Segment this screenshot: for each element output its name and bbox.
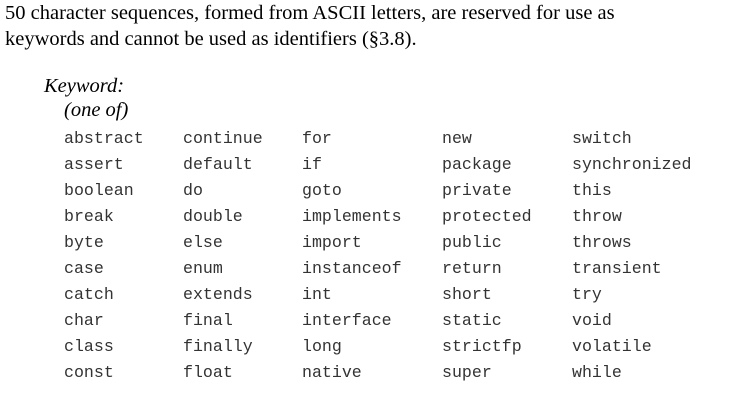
keyword-try: try xyxy=(572,285,602,304)
keyword-static: static xyxy=(442,311,502,330)
keyword-default: default xyxy=(183,155,253,174)
keyword-abstract: abstract xyxy=(64,129,144,148)
keyword-goto: goto xyxy=(302,181,342,200)
keyword-transient: transient xyxy=(572,259,662,278)
keyword-case: case xyxy=(64,259,104,278)
keyword-else: else xyxy=(183,233,223,252)
intro-line-2: keywords and cannot be used as identifie… xyxy=(5,28,417,50)
keyword-new: new xyxy=(442,129,472,148)
keyword-volatile: volatile xyxy=(572,337,652,356)
keyword-float: float xyxy=(183,363,233,382)
keyword-interface: interface xyxy=(302,311,392,330)
keyword-protected: protected xyxy=(442,207,532,226)
keyword-class: class xyxy=(64,337,114,356)
keyword-void: void xyxy=(572,311,612,330)
keyword-for: for xyxy=(302,129,332,148)
keyword-native: native xyxy=(302,363,362,382)
keyword-if: if xyxy=(302,155,322,174)
keyword-super: super xyxy=(442,363,492,382)
intro-paragraph: 50 character sequences, formed from ASCI… xyxy=(5,0,728,52)
keyword-double: double xyxy=(183,207,243,226)
keyword-package: package xyxy=(442,155,512,174)
keyword-char: char xyxy=(64,311,104,330)
keyword-const: const xyxy=(64,363,114,382)
keyword-strictfp: strictfp xyxy=(442,337,522,356)
keyword-enum: enum xyxy=(183,259,223,278)
keyword-private: private xyxy=(442,181,512,200)
grammar-nonterminal-keyword: Keyword: xyxy=(44,75,125,97)
keyword-import: import xyxy=(302,233,362,252)
keyword-return: return xyxy=(442,259,502,278)
keyword-boolean: boolean xyxy=(64,181,134,200)
keyword-this: this xyxy=(572,181,612,200)
keyword-long: long xyxy=(302,337,342,356)
keyword-synchronized: synchronized xyxy=(572,155,692,174)
keyword-throw: throw xyxy=(572,207,622,226)
keyword-while: while xyxy=(572,363,622,382)
keyword-instanceof: instanceof xyxy=(302,259,402,278)
keyword-implements: implements xyxy=(302,207,402,226)
intro-line-1: 50 character sequences, formed from ASCI… xyxy=(5,2,615,24)
keyword-continue: continue xyxy=(183,129,263,148)
keyword-finally: finally xyxy=(183,337,253,356)
keyword-do: do xyxy=(183,181,203,200)
keyword-catch: catch xyxy=(64,285,114,304)
grammar-one-of: (one of) xyxy=(64,99,129,121)
keyword-int: int xyxy=(302,285,332,304)
keyword-assert: assert xyxy=(64,155,124,174)
keyword-public: public xyxy=(442,233,502,252)
keyword-byte: byte xyxy=(64,233,104,252)
keyword-extends: extends xyxy=(183,285,253,304)
keyword-switch: switch xyxy=(572,129,632,148)
keyword-final: final xyxy=(183,311,233,330)
keyword-throws: throws xyxy=(572,233,632,252)
keyword-short: short xyxy=(442,285,492,304)
keyword-table: abstract assert boolean break byte case catch c… xyxy=(64,126,724,386)
keyword-break: break xyxy=(64,207,114,226)
